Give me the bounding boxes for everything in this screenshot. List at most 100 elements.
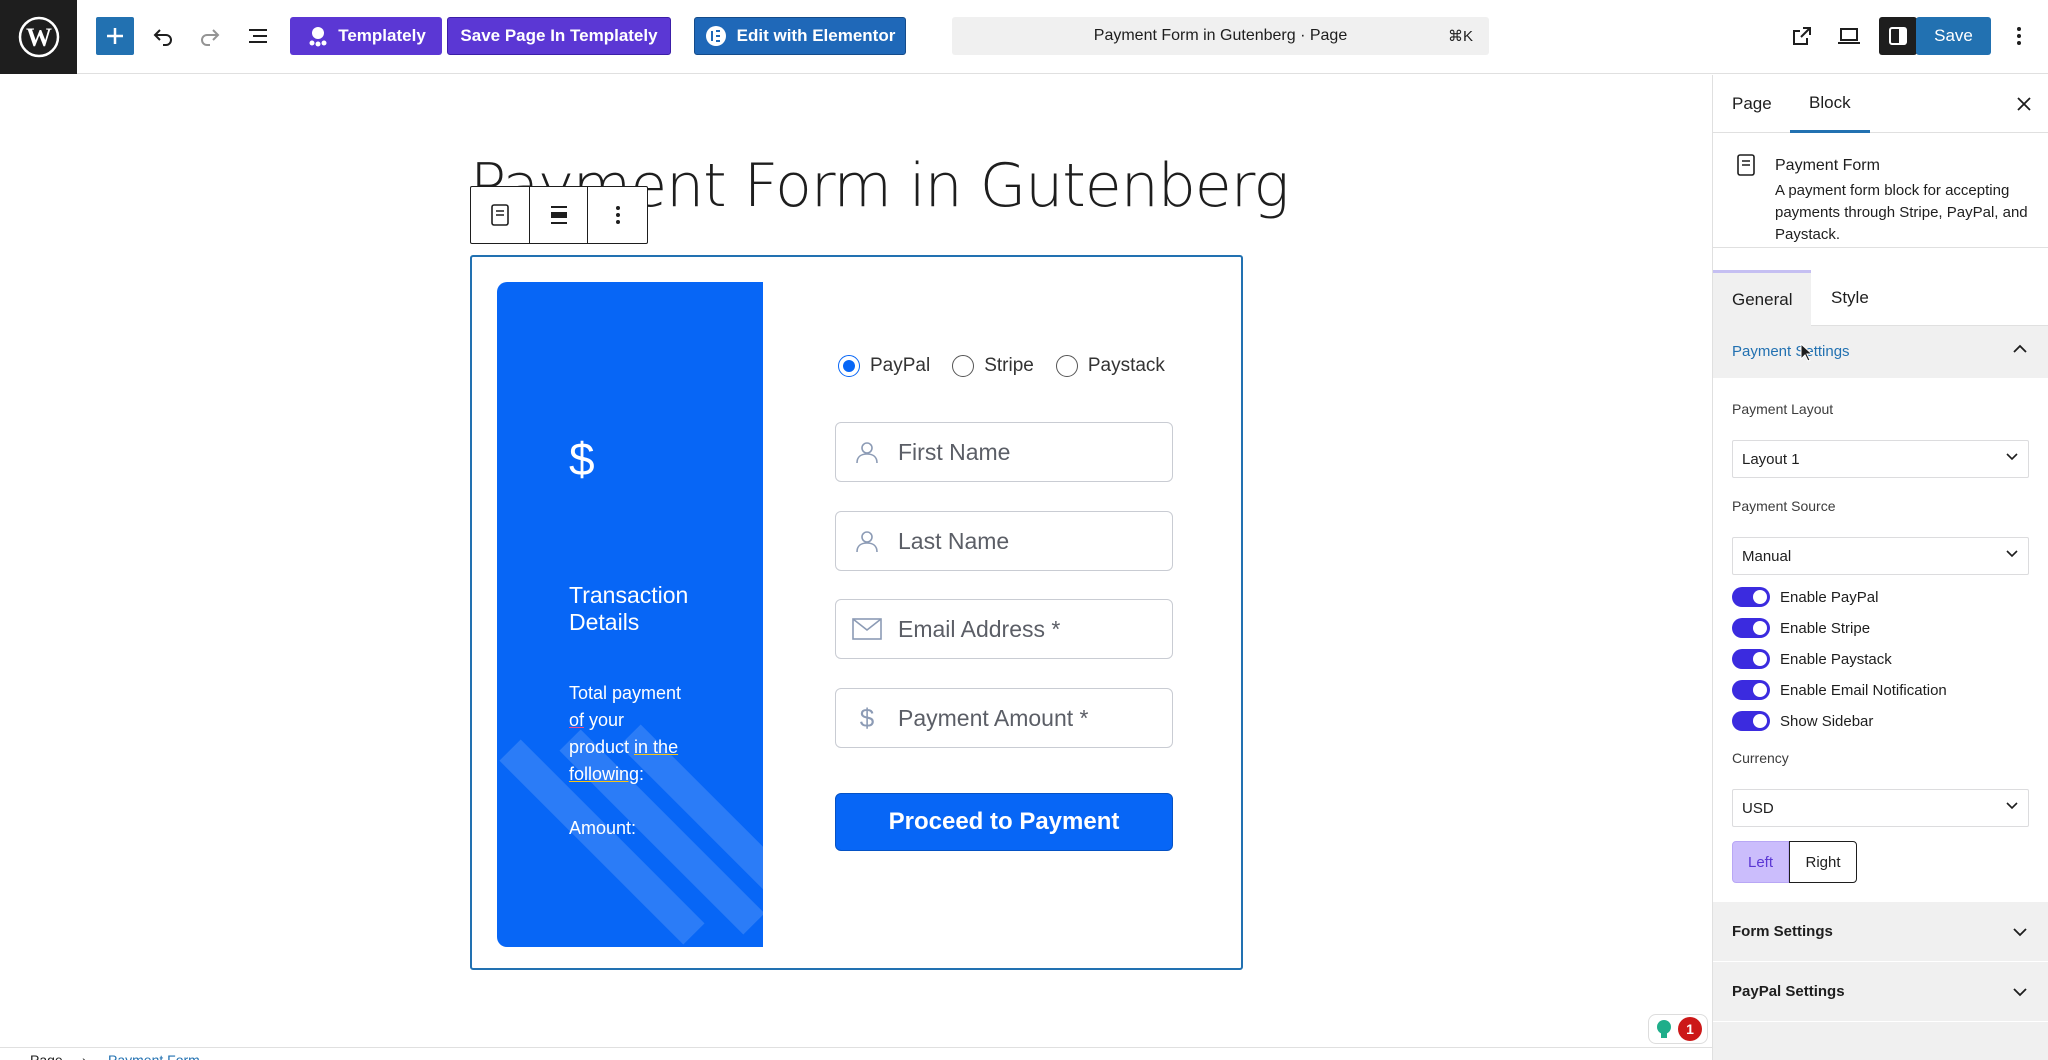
settings-sidebar: Page Block Payment Form A payment form b… [1712, 75, 2048, 1060]
gateway-radio-stripe[interactable]: Stripe [952, 355, 1034, 377]
gateway-radio-paypal[interactable]: PayPal [838, 355, 930, 377]
breadcrumb-separator: › [82, 1052, 87, 1060]
redo-button[interactable] [192, 18, 228, 54]
gateway-radio-paystack[interactable]: Paystack [1055, 355, 1165, 377]
elementor-icon [705, 26, 726, 46]
command-shortcut: ⌘K [1447, 28, 1473, 45]
close-sidebar-button[interactable] [2011, 91, 2037, 117]
radio-unchecked-icon [952, 355, 975, 377]
tab-page[interactable]: Page [1713, 75, 1791, 133]
align-button[interactable] [530, 187, 589, 243]
payment-amount-field[interactable]: $ Payment Amount * [835, 688, 1173, 748]
gateway-radio-group: PayPal Stripe Paystack [838, 355, 1165, 377]
paypal-settings-panel-header[interactable]: PayPal Settings [1713, 961, 2048, 1021]
view-page-button[interactable] [1784, 18, 1820, 54]
payment-settings-title: Payment Settings [1732, 343, 1850, 360]
currency-select[interactable]: USD [1732, 789, 2029, 827]
document-overview-button[interactable] [240, 18, 276, 54]
dollar-icon: $ [859, 702, 875, 733]
transaction-title: Transaction Details [569, 582, 689, 635]
toggle-switch[interactable] [1732, 587, 1770, 607]
chevron-down-icon [2006, 550, 2018, 558]
save-label: Save [1934, 26, 1973, 45]
sidebar-icon [1889, 27, 1907, 45]
chevron-down-icon [2013, 928, 2027, 937]
editor-canvas: Payment Form in Gutenberg $ Transaction … [0, 75, 1712, 1047]
tab-block[interactable]: Block [1790, 75, 1870, 133]
envelope-icon [852, 614, 882, 644]
chevron-up-icon [2013, 344, 2027, 353]
sidebar-position-toggle: Left Right [1732, 841, 1857, 883]
toggle-switch[interactable] [1732, 711, 1770, 731]
close-icon [2017, 97, 2031, 111]
enable-email-notification-toggle[interactable]: Enable Email Notification [1732, 680, 1947, 700]
align-wide-icon [550, 206, 567, 224]
editor-top-toolbar: W Templately Save Page In Templately Edi… [0, 0, 2048, 74]
form-settings-title: Form Settings [1732, 923, 1833, 940]
block-toolbar [470, 186, 648, 244]
sidebar-tabs: Page Block [1713, 75, 2048, 133]
notifications-badge[interactable]: 1 [1648, 1014, 1708, 1044]
save-button[interactable]: Save [1916, 17, 1991, 55]
breadcrumb-page[interactable]: Page [30, 1052, 63, 1060]
undo-button[interactable] [145, 18, 181, 54]
toggle-switch[interactable] [1732, 649, 1770, 669]
block-inserter-button[interactable] [96, 17, 134, 55]
enable-paystack-toggle[interactable]: Enable Paystack [1732, 649, 1892, 669]
block-options-button[interactable] [588, 187, 647, 243]
chevron-down-icon [2006, 802, 2018, 810]
payment-source-select[interactable]: Manual [1732, 537, 2029, 575]
dollar-icon: $ [569, 433, 595, 485]
payment-settings-panel-header[interactable]: Payment Settings [1713, 326, 2048, 378]
form-settings-panel-header[interactable]: Form Settings [1713, 901, 2048, 961]
block-description: A payment form block for accepting payme… [1775, 182, 2028, 243]
settings-sidebar-toggle[interactable] [1879, 17, 1917, 55]
payment-layout-select[interactable]: Layout 1 [1732, 440, 2029, 478]
show-sidebar-toggle[interactable]: Show Sidebar [1732, 711, 1873, 731]
enable-paypal-toggle[interactable]: Enable PayPal [1732, 587, 1878, 607]
toggle-switch[interactable] [1732, 618, 1770, 638]
undo-icon [153, 29, 172, 46]
payment-form-block-icon [491, 204, 509, 226]
templately-label: Templately [338, 26, 426, 45]
first-name-field[interactable]: First Name [835, 422, 1173, 482]
chevron-down-icon [2006, 453, 2018, 461]
enable-stripe-toggle[interactable]: Enable Stripe [1732, 618, 1870, 638]
templately-button[interactable]: Templately [290, 17, 442, 55]
next-settings-panel-header[interactable] [1713, 1021, 2048, 1060]
preview-device-button[interactable] [1831, 18, 1867, 54]
user-icon [852, 437, 882, 467]
templately-icon [309, 27, 327, 47]
payment-form-block[interactable]: $ Transaction Details Total payment of y… [470, 255, 1243, 970]
more-vertical-icon [2017, 27, 2021, 45]
proceed-to-payment-button[interactable]: Proceed to Payment [835, 793, 1173, 851]
command-palette-bar[interactable]: Payment Form in Gutenberg · Page ⌘K [952, 17, 1489, 55]
transaction-sidebar: $ Transaction Details Total payment of y… [497, 282, 763, 947]
save-in-templately-button[interactable]: Save Page In Templately [447, 17, 671, 55]
notification-count: 1 [1678, 1017, 1702, 1041]
radio-unchecked-icon [1055, 355, 1078, 377]
tab-general[interactable]: General [1713, 270, 1812, 326]
payment-source-label: Payment Source [1732, 498, 1836, 514]
chevron-down-icon [2013, 988, 2027, 997]
edit-with-elementor-button[interactable]: Edit with Elementor [694, 17, 906, 55]
redo-icon [201, 29, 220, 46]
save-in-templately-label: Save Page In Templately [460, 26, 658, 45]
last-name-field[interactable]: Last Name [835, 511, 1173, 571]
position-left-button[interactable]: Left [1732, 841, 1789, 883]
email-field[interactable]: Email Address * [835, 599, 1173, 659]
inspector-tabs: General Style [1713, 270, 2048, 326]
block-type-button[interactable] [471, 187, 530, 243]
tab-style[interactable]: Style [1812, 270, 1888, 326]
position-right-button[interactable]: Right [1789, 841, 1857, 883]
mouse-cursor-icon [1800, 343, 1814, 362]
options-menu-button[interactable] [2001, 18, 2037, 54]
plus-icon [107, 28, 123, 44]
block-name: Payment Form [1775, 157, 1880, 174]
toggle-switch[interactable] [1732, 680, 1770, 700]
breadcrumb-current[interactable]: Payment Form [108, 1052, 200, 1060]
document-title: Payment Form in Gutenberg · Page [1093, 27, 1348, 44]
radio-checked-icon [838, 355, 860, 377]
external-link-icon [1793, 27, 1811, 45]
wordpress-logo-button[interactable]: W [0, 0, 77, 74]
